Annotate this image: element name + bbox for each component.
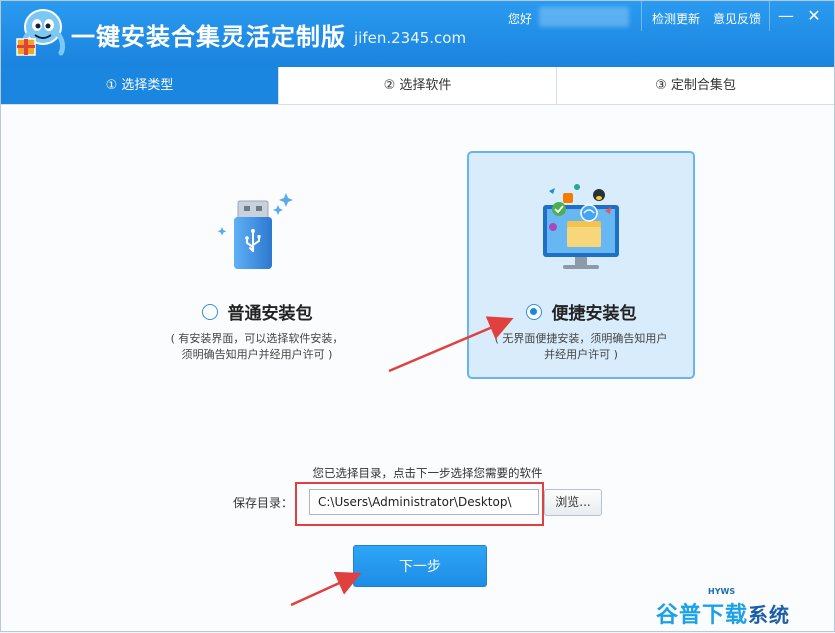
- radio-quick[interactable]: [525, 303, 542, 320]
- desc-line: 须明确告知用户并经用户许可 ): [181, 348, 333, 361]
- desc-line: ( 无界面便捷安装，须明确告知用户: [494, 332, 668, 345]
- desc-line: 并经用户许可 ): [544, 348, 618, 361]
- watermark-text-main: 谷普下载: [656, 603, 749, 628]
- close-button[interactable]: ✕: [803, 5, 825, 27]
- titlebar-separator: [769, 1, 770, 31]
- step-select-software[interactable]: ② 选择软件: [279, 67, 557, 104]
- username-blurred: [539, 7, 629, 27]
- step-tabs: ① 选择类型 ② 选择软件 ③ 定制合集包: [1, 67, 834, 105]
- step-select-type[interactable]: ① 选择类型: [1, 67, 279, 104]
- feedback-link[interactable]: 意见反馈: [713, 10, 761, 27]
- option-card-normal[interactable]: 普通安装包 ( 有安装界面，可以选择软件安装， 须明确告知用户并经用户许可 ): [143, 151, 371, 379]
- app-title: 一键安装合集灵活定制版: [71, 23, 346, 51]
- option-desc-normal: ( 有安装界面，可以选择软件安装， 须明确告知用户并经用户许可 ): [143, 331, 371, 363]
- next-button[interactable]: 下一步: [353, 545, 487, 587]
- watermark-text-sub: 系统: [748, 603, 791, 627]
- radio-row-normal[interactable]: 普通安装包: [143, 299, 371, 324]
- greeting-text: 您好: [508, 12, 533, 26]
- app-site: jifen.2345.com: [354, 29, 467, 47]
- radio-normal[interactable]: [201, 303, 218, 320]
- minimize-button[interactable]: —: [775, 5, 797, 27]
- usb-drive-icon: [217, 193, 293, 269]
- save-hint: 您已选择目录，点击下一步选择您需要的软件: [312, 466, 543, 480]
- title-bar: 一键安装合集灵活定制版 jifen.2345.com 您好 检测更新 意见反馈 …: [1, 1, 834, 67]
- browse-button[interactable]: 浏览...: [544, 489, 602, 516]
- option-label-quick: 便捷安装包: [551, 304, 637, 324]
- mascot-logo-icon: [16, 9, 66, 56]
- monitor-apps-icon: [543, 184, 619, 269]
- annotation-highlight-box: [295, 482, 544, 526]
- radio-row-quick[interactable]: 便捷安装包: [469, 299, 693, 324]
- desc-line: ( 有安装界面，可以选择软件安装，: [170, 332, 344, 345]
- step-customize-package[interactable]: ③ 定制合集包: [557, 67, 834, 104]
- save-dir-label: 保存目录：: [233, 496, 294, 510]
- watermark: HYWS 谷普下载系统: [656, 587, 835, 633]
- watermark-text: 谷普下载系统: [656, 597, 790, 629]
- option-label-normal: 普通安装包: [227, 304, 313, 324]
- option-desc-quick: ( 无界面便捷安装，须明确告知用户 并经用户许可 ): [469, 331, 693, 363]
- check-update-link[interactable]: 检测更新: [652, 10, 700, 27]
- annotation-arrow: [290, 571, 362, 607]
- option-card-quick[interactable]: 便捷安装包 ( 无界面便捷安装，须明确告知用户 并经用户许可 ): [467, 151, 695, 379]
- installer-window: 一键安装合集灵活定制版 jifen.2345.com 您好 检测更新 意见反馈 …: [0, 0, 835, 632]
- titlebar-separator: [641, 1, 642, 31]
- watermark-tag: HYWS: [708, 587, 736, 596]
